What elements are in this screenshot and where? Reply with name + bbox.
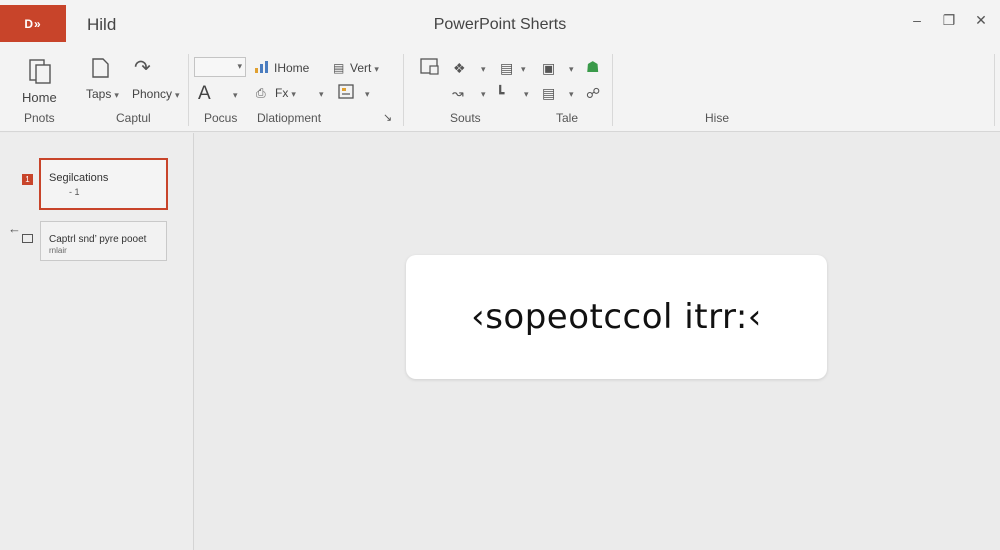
ribbon: Home Taps ▾ ↷ Phoncy ▾ Pnots Captul ▾ A ▾ … (0, 48, 1000, 132)
slide-thumbnail-2[interactable]: Captrl snd’ pyre pooet rnlair (40, 221, 167, 261)
group-label-hise: Hise (705, 111, 730, 125)
slide-thumbnail-subtitle: rnlair (49, 246, 67, 255)
ribbon-divider (188, 54, 189, 126)
ribbon-divider (403, 54, 404, 126)
dialog-launcher-icon[interactable]: ↘ (383, 113, 392, 124)
group-label-souts: Souts (450, 111, 481, 125)
picture-icon[interactable] (420, 58, 440, 76)
chevron-down-icon[interactable]: ▾ (569, 89, 574, 100)
taps-button[interactable]: Taps ▾ (86, 87, 119, 101)
document-icon[interactable]: ▤ (500, 60, 513, 77)
chevron-down-icon[interactable]: ▾ (481, 64, 486, 75)
ribbon-divider (612, 54, 613, 126)
format-painter-icon[interactable]: ⎙ (256, 86, 266, 101)
group-label-captul: Captul (116, 111, 151, 125)
page-icon[interactable] (90, 57, 110, 79)
close-button[interactable]: ✕ (974, 12, 988, 29)
chevron-down-icon[interactable]: ▾ (569, 64, 574, 75)
phoncy-label: Phoncy (132, 87, 173, 101)
slide-thumbnail-title: Captrl snd’ pyre pooet (49, 234, 147, 245)
phoncy-button[interactable]: Phoncy ▾ (132, 87, 180, 101)
vert-label: Vert (350, 61, 372, 75)
group-label-pocus: Pocus (204, 111, 238, 125)
chevron-down-icon[interactable]: ▾ (481, 89, 486, 100)
chevron-down-icon[interactable]: ▾ (233, 90, 238, 101)
fx-button[interactable]: Fx ▾ (275, 86, 296, 100)
ihome-button[interactable]: IHome (274, 61, 309, 75)
palette-icon[interactable] (338, 84, 356, 100)
document-name: Hild (87, 15, 117, 34)
arrow-left-icon[interactable]: ← (8, 221, 21, 236)
chevron-down-icon[interactable]: ▾ (365, 89, 370, 100)
group-label-photos: Pnots (24, 111, 55, 125)
slide-thumbnail-subtitle: - 1 (69, 187, 80, 197)
shapes-icon[interactable]: ❖ (453, 60, 466, 77)
chevron-down-icon[interactable]: ▾ (524, 89, 529, 100)
arrange-icon[interactable]: ↝ (452, 85, 464, 102)
group-label-development: Dlatiopment (257, 111, 322, 125)
slide-thumbnail-1[interactable]: Segilcations - 1 (39, 158, 168, 210)
ribbon-divider (994, 54, 995, 126)
clipboard-icon (29, 59, 51, 84)
align-icon[interactable]: ▤ (542, 85, 555, 102)
chevron-down-icon: ▾ (175, 90, 180, 100)
chevron-down-icon: ▾ (291, 89, 296, 99)
chevron-down-icon: ▾ (374, 64, 379, 74)
app-logo[interactable]: D» (0, 5, 66, 42)
window-title: PowerPoint Sherts (433, 16, 567, 33)
redo-icon[interactable]: ↷ (134, 58, 151, 78)
slide-thumbnail-pane: 1 Segilcations - 1 ← Captrl snd’ pyre po… (0, 133, 194, 550)
restore-button[interactable]: ❐ (942, 12, 956, 29)
fx-label: Fx (275, 86, 289, 100)
home-label: Home (22, 90, 57, 105)
font-button[interactable]: A (198, 83, 211, 105)
crop-icon[interactable]: ┗ (496, 85, 504, 102)
slide-number-badge: 1 (22, 174, 33, 185)
text-icon[interactable]: ▤ (333, 61, 344, 75)
title-bar: D» Hild PowerPoint Sherts – ❐ ✕ (0, 0, 1000, 48)
font-size-combo[interactable]: ▾ (194, 57, 246, 77)
window-controls: – ❐ ✕ (910, 12, 988, 29)
slide-icon (22, 234, 33, 243)
home-button[interactable]: Home (18, 54, 62, 105)
chevron-down-icon[interactable]: ▾ (319, 89, 324, 100)
chevron-down-icon[interactable]: ▾ (521, 64, 526, 75)
shape-fill-icon[interactable]: ☗ (586, 58, 599, 76)
chevron-down-icon: ▾ (237, 61, 242, 71)
slide-thumbnail-title: Segilcations (49, 172, 109, 184)
minimize-button[interactable]: – (910, 12, 924, 29)
vert-button[interactable]: Vert ▾ (350, 61, 379, 75)
slide-text-box[interactable]: ‹sopeotccol itrr:‹ (406, 255, 827, 379)
link-icon[interactable]: ☍ (586, 85, 600, 102)
group-label-tale: Tale (556, 111, 579, 125)
slide-editor: ‹sopeotccol itrr:‹ (195, 133, 1000, 550)
bar-chart-icon[interactable] (255, 61, 269, 73)
taps-label: Taps (86, 87, 112, 101)
image-icon[interactable]: ▣ (542, 60, 555, 77)
chevron-down-icon: ▾ (114, 90, 119, 100)
